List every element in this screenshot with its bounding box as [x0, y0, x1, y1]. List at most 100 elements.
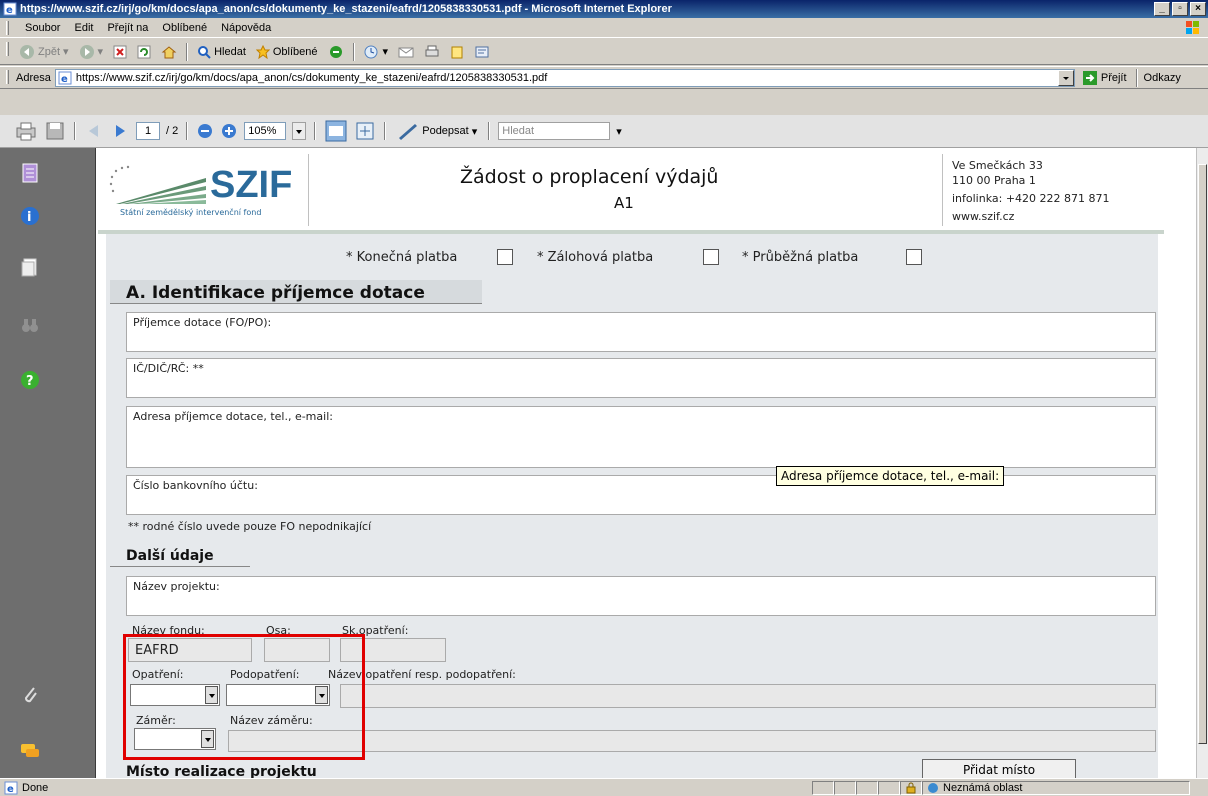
- search-dropdown-icon[interactable]: ▾: [616, 125, 622, 138]
- menu-edit[interactable]: Edit: [67, 22, 100, 34]
- header-divider: [308, 154, 309, 226]
- svg-text:?: ?: [26, 374, 34, 389]
- project-name-label: Název projektu:: [133, 580, 220, 593]
- menu-favorites[interactable]: Oblíbené: [155, 22, 214, 34]
- binoculars-icon[interactable]: [19, 314, 41, 336]
- field-tooltip: Adresa příjemce dotace, tel., e-mail:: [776, 466, 1005, 486]
- footnote: ** rodné číslo uvede pouze FO nepodnikaj…: [128, 520, 372, 533]
- paperclip-icon[interactable]: [19, 684, 41, 706]
- status-panel: [856, 780, 878, 795]
- acrobat-search-input[interactable]: Hledat: [498, 122, 611, 140]
- media-icon: [329, 45, 342, 58]
- home-button[interactable]: [158, 41, 180, 63]
- toolbar-separator: [186, 42, 189, 61]
- menu-file[interactable]: Soubor: [18, 22, 67, 34]
- status-panel: [812, 780, 834, 795]
- zoom-out-icon[interactable]: [196, 122, 214, 140]
- szif-logo-fields-icon: [116, 178, 206, 204]
- add-place-button[interactable]: Přidat místo: [922, 759, 1076, 778]
- standard-toolbar: Zpět ▾ ▾ Hledat Oblíbené ▾: [0, 39, 1208, 65]
- printer-icon[interactable]: [14, 120, 38, 142]
- maximize-button[interactable]: ▫: [1172, 2, 1188, 16]
- history-button[interactable]: ▾: [361, 41, 392, 63]
- zoom-in-icon[interactable]: [220, 122, 238, 140]
- back-label: Zpět: [38, 45, 61, 58]
- ie-page-icon: e: [3, 2, 17, 16]
- svg-text:e: e: [7, 784, 14, 795]
- vertical-scrollbar[interactable]: [1196, 148, 1208, 778]
- fit-width-icon[interactable]: [324, 119, 348, 143]
- links-label[interactable]: Odkazy: [1144, 72, 1181, 84]
- document-icon[interactable]: [19, 256, 41, 278]
- navigation-pane: i ?: [0, 148, 96, 778]
- go-label: Přejít: [1100, 71, 1127, 84]
- print-button[interactable]: [421, 41, 443, 63]
- favorites-button[interactable]: Oblíbené: [253, 41, 321, 63]
- payment-final-checkbox[interactable]: [497, 249, 513, 265]
- search-label: Hledat: [214, 45, 246, 58]
- contact-line-4: www.szif.cz: [952, 210, 1015, 223]
- menu-bar: Soubor Edit Přejít na Oblíbené Nápověda: [0, 18, 1208, 38]
- section-a-title: A. Identifikace příjemce dotace: [126, 283, 425, 303]
- refresh-button[interactable]: [134, 41, 154, 63]
- help-icon[interactable]: ?: [19, 369, 41, 391]
- payment-interim-checkbox[interactable]: [906, 249, 922, 265]
- sign-label: Podepsat: [422, 125, 469, 137]
- save-icon[interactable]: [44, 120, 66, 142]
- previous-page-icon[interactable]: [84, 121, 104, 141]
- messenger-button[interactable]: [471, 41, 493, 63]
- status-panel: [834, 780, 856, 795]
- project-name-field[interactable]: Název projektu:: [126, 576, 1156, 616]
- zone-icon: [928, 782, 938, 793]
- page-total: / 2: [166, 125, 179, 137]
- comments-icon[interactable]: [19, 740, 41, 762]
- media-button[interactable]: [325, 41, 347, 63]
- fit-page-icon[interactable]: [354, 120, 376, 142]
- section-other-title: Další údaje: [126, 548, 214, 564]
- pages-icon[interactable]: [19, 162, 41, 184]
- title-bar: e https://www.szif.cz/irj/go/km/docs/apa…: [0, 0, 1208, 18]
- payment-final-label: * Konečná platba: [346, 250, 458, 265]
- toolbar-separator: [314, 122, 317, 140]
- page-icon: e: [58, 71, 72, 85]
- info-icon[interactable]: i: [19, 205, 41, 227]
- menu-go[interactable]: Přejít na: [100, 22, 155, 34]
- stop-button[interactable]: [110, 41, 130, 63]
- payment-advance-checkbox[interactable]: [703, 249, 719, 265]
- payment-advance-label: * Zálohová platba: [537, 250, 654, 265]
- scrollbar-thumb[interactable]: [1198, 164, 1207, 744]
- history-icon: [364, 45, 378, 58]
- menu-help[interactable]: Nápověda: [214, 22, 278, 34]
- address-input[interactable]: e https://www.szif.cz/irj/go/km/docs/apa…: [54, 68, 1075, 87]
- address-dropdown-button[interactable]: [1057, 69, 1074, 86]
- star-icon: [255, 44, 270, 59]
- toolbar-separator: [1135, 68, 1138, 87]
- next-page-icon[interactable]: [110, 121, 130, 141]
- minimize-button[interactable]: _: [1154, 2, 1170, 16]
- chevron-down-icon: ▾: [382, 46, 389, 58]
- address-field[interactable]: Adresa příjemce dotace, tel., e-mail:: [126, 406, 1156, 468]
- edit-button[interactable]: [447, 41, 467, 63]
- szif-logo-text: SZIF: [210, 164, 293, 206]
- zoom-input[interactable]: 105%: [244, 122, 287, 140]
- highlight-annotation: [123, 634, 365, 760]
- forward-button[interactable]: ▾: [76, 41, 107, 63]
- go-button[interactable]: Přejít: [1079, 67, 1130, 89]
- intent-name-field[interactable]: [228, 730, 1156, 752]
- recipient-field[interactable]: Příjemce dotace (FO/PO):: [126, 312, 1156, 352]
- back-button[interactable]: Zpět ▾: [16, 41, 72, 63]
- back-arrow-icon: [20, 44, 34, 59]
- measure-name-field[interactable]: [340, 684, 1156, 708]
- svg-text:i: i: [27, 210, 31, 225]
- chevron-down-icon: ▾: [63, 46, 69, 58]
- zoom-dropdown-button[interactable]: [292, 122, 307, 140]
- close-button[interactable]: ×: [1190, 2, 1206, 16]
- ico-field[interactable]: IČ/DIČ/RČ: **: [126, 358, 1156, 398]
- chevron-down-icon: ▾: [97, 46, 104, 58]
- search-button[interactable]: Hledat: [194, 41, 249, 63]
- chevron-down-icon: [1062, 76, 1069, 80]
- sign-button[interactable]: Podepsat ▾: [394, 120, 480, 142]
- page-number-input[interactable]: 1: [136, 122, 160, 140]
- mail-button[interactable]: [395, 41, 417, 63]
- zone-panel: Neznámá oblast: [922, 780, 1190, 795]
